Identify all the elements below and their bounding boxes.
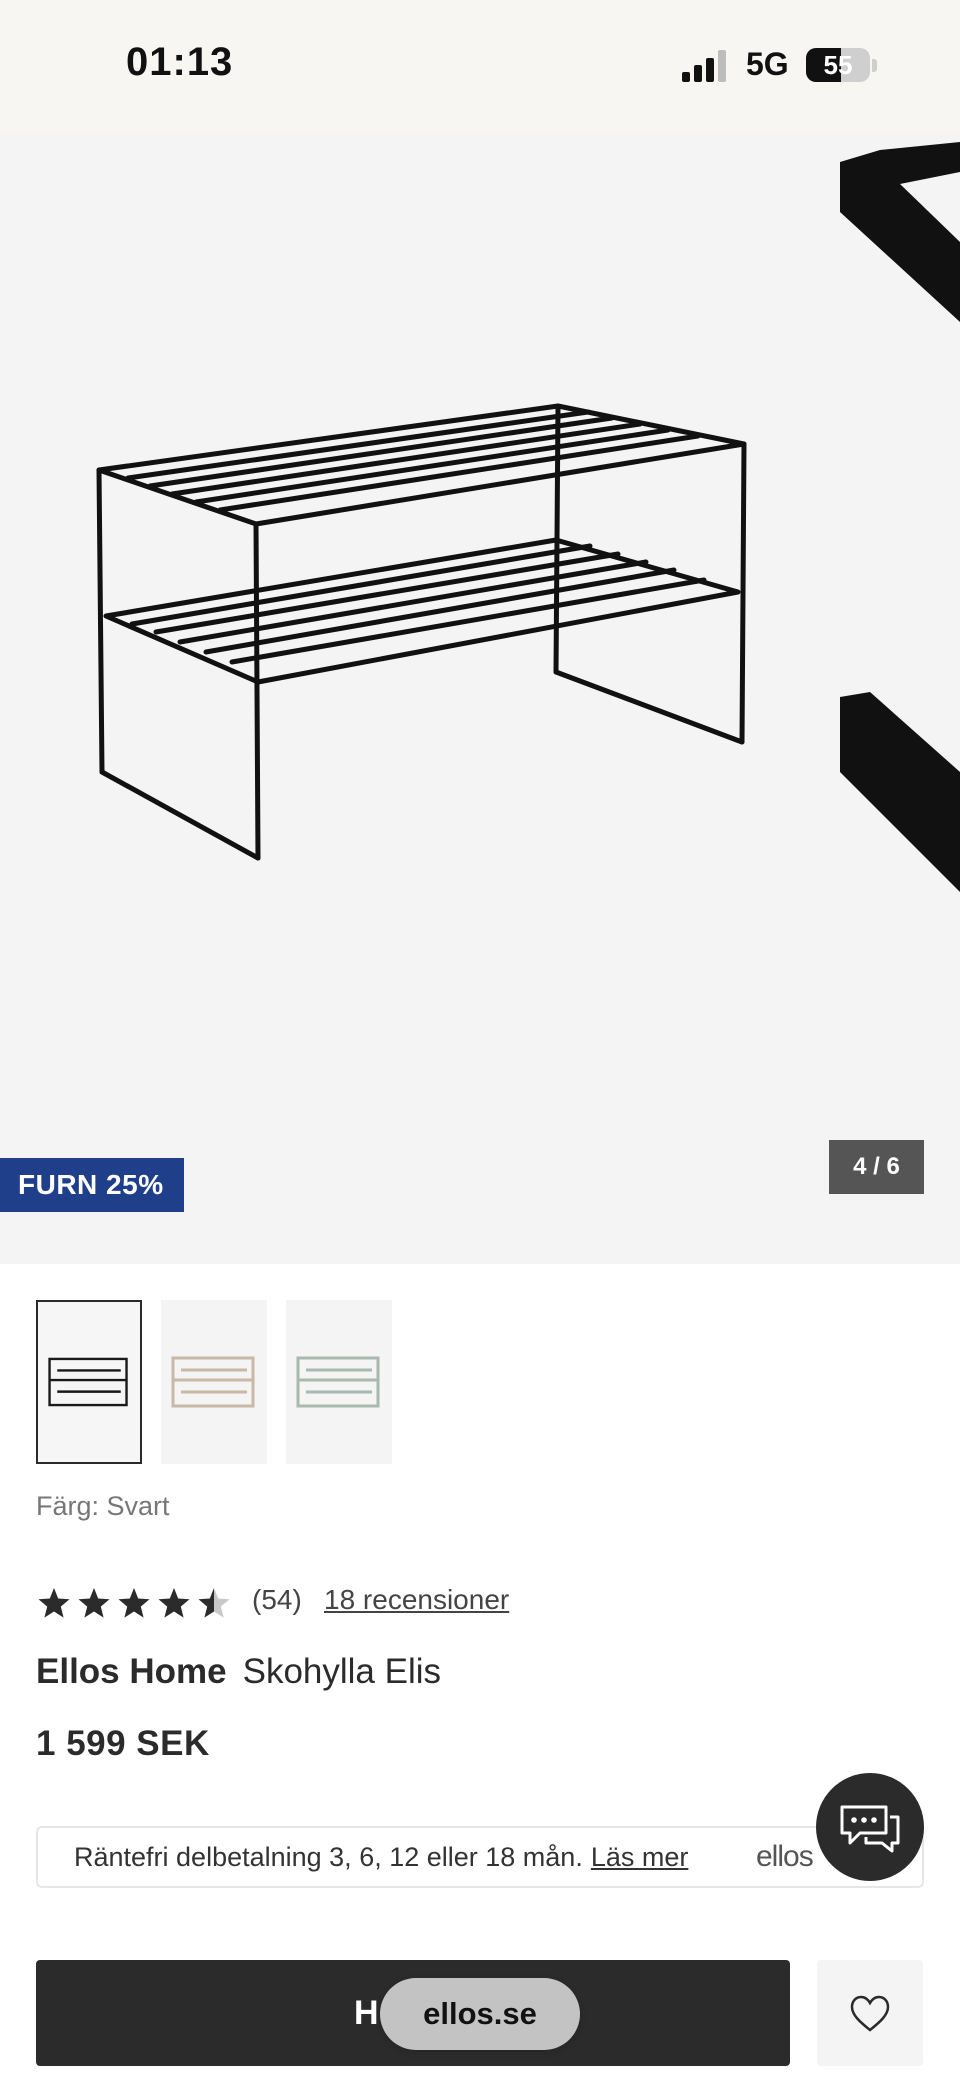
star-icon bbox=[78, 1588, 110, 1618]
product-name: Skohylla Elis bbox=[242, 1652, 442, 1691]
financing-read-more-link[interactable]: Läs mer bbox=[591, 1842, 689, 1872]
image-counter: 4 / 6 bbox=[829, 1140, 924, 1194]
thumb-image-beige bbox=[171, 1356, 255, 1408]
financing-banner[interactable]: Räntefri delbetalning 3, 6, 12 eller 18 … bbox=[36, 1826, 924, 1888]
thumb-image-black bbox=[48, 1357, 128, 1407]
chat-button[interactable] bbox=[816, 1773, 924, 1881]
color-thumb-green[interactable] bbox=[286, 1300, 392, 1464]
reviews-link[interactable]: 18 recensioner bbox=[324, 1584, 509, 1616]
promo-badge: FURN 25% bbox=[0, 1158, 184, 1212]
ellos-logo: ellos bbox=[756, 1840, 814, 1873]
wishlist-button[interactable] bbox=[817, 1960, 923, 2066]
product-title: Ellos Home Skohylla Elis bbox=[36, 1652, 441, 1692]
next-product-image-peek[interactable] bbox=[840, 132, 960, 1264]
star-rating bbox=[38, 1588, 230, 1618]
product-gallery[interactable]: FURN 25% 4 / 6 bbox=[0, 132, 960, 1264]
star-half-icon bbox=[198, 1588, 230, 1618]
add-to-cart-label: H bbox=[354, 1994, 379, 2032]
thumb-image-green bbox=[296, 1356, 380, 1408]
star-icon bbox=[158, 1588, 190, 1618]
financing-text: Räntefri delbetalning 3, 6, 12 eller 18 … bbox=[74, 1842, 688, 1873]
chat-icon bbox=[840, 1805, 900, 1853]
rating-count: (54) bbox=[252, 1584, 302, 1615]
battery-level: 55 bbox=[823, 50, 853, 80]
status-time: 01:13 bbox=[126, 40, 234, 84]
battery-icon: 55 bbox=[806, 48, 870, 82]
browser-url-pill[interactable]: ellos.se bbox=[380, 1978, 580, 2050]
financing-description: Räntefri delbetalning 3, 6, 12 eller 18 … bbox=[74, 1842, 583, 1872]
heart-icon bbox=[850, 1995, 890, 2032]
color-thumb-black[interactable] bbox=[36, 1300, 142, 1464]
network-type: 5G bbox=[746, 46, 789, 82]
battery-tip bbox=[872, 59, 877, 72]
product-image bbox=[96, 403, 747, 861]
star-icon bbox=[118, 1588, 150, 1618]
star-icon bbox=[38, 1588, 70, 1618]
product-brand[interactable]: Ellos Home bbox=[36, 1652, 227, 1691]
status-bar: 01:13 5G 55 bbox=[0, 0, 960, 132]
signal-icon bbox=[682, 50, 726, 82]
product-price: 1 599 SEK bbox=[36, 1724, 210, 1763]
color-label: Färg: Svart bbox=[36, 1491, 170, 1521]
color-thumb-beige[interactable] bbox=[161, 1300, 267, 1464]
